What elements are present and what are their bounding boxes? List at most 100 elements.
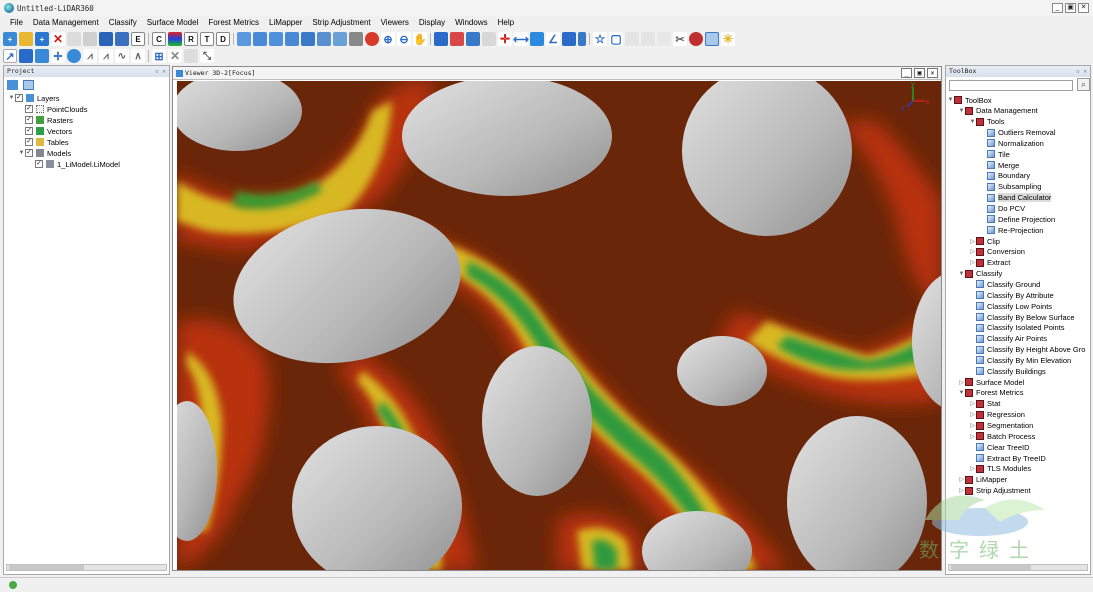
battery-icon[interactable] [578, 32, 586, 46]
tool-category[interactable]: ▷ Conversion [969, 247, 1025, 257]
restore-button[interactable]: ▣ [1065, 3, 1076, 13]
class-tool-icon[interactable]: C [152, 32, 166, 46]
layer-icon[interactable] [562, 32, 576, 46]
layer-row[interactable]: ✓ Vectors [18, 126, 72, 136]
layer-checkbox[interactable]: ✓ [25, 105, 33, 113]
menu-help[interactable]: Help [493, 16, 519, 29]
expand-arrow-icon[interactable]: ▼ [958, 271, 965, 277]
disabled-tool-icon[interactable] [641, 32, 655, 46]
expand-arrow-icon[interactable]: ▷ [969, 433, 976, 440]
network-icon[interactable] [35, 49, 49, 63]
expand-arrow-icon[interactable]: ▼ [18, 150, 25, 156]
layer-checkbox[interactable]: ✓ [25, 138, 33, 146]
tool-category[interactable]: ▷ Extract [969, 258, 1010, 268]
menu-viewers[interactable]: Viewers [376, 16, 414, 29]
layer-row[interactable]: ✓ Rasters [18, 115, 73, 125]
tool-item[interactable]: Classify Ground [969, 279, 1040, 289]
view-left-icon[interactable] [269, 32, 283, 46]
expand-arrow-icon[interactable]: ▷ [969, 259, 976, 266]
expand-arrow-icon[interactable]: ▷ [969, 400, 976, 407]
expand-arrow-icon[interactable]: ▷ [958, 379, 965, 386]
tool-item[interactable]: Outliers Removal [980, 128, 1056, 138]
star-select-icon[interactable]: ☆ [593, 32, 607, 46]
tool-category[interactable]: ▼ Data Management [958, 106, 1038, 116]
layer-checkbox[interactable]: ✓ [25, 149, 33, 157]
selection-icon[interactable] [450, 32, 464, 46]
disabled-tool-icon[interactable] [83, 32, 97, 46]
viewer-close-button[interactable]: ✕ [927, 68, 938, 78]
layer-row[interactable]: ✓ PointClouds [18, 104, 87, 114]
screen-fit-icon[interactable] [434, 32, 448, 46]
view-right-icon[interactable] [285, 32, 299, 46]
menu-strip-adjustment[interactable]: Strip Adjustment [307, 16, 375, 29]
time-tool-icon[interactable]: T [200, 32, 214, 46]
tool-item[interactable]: Classify By Min Elevation [969, 355, 1071, 365]
tool-item[interactable]: Classify Low Points [969, 301, 1052, 311]
close-button[interactable]: ✕ [1078, 3, 1089, 13]
expand-arrow-icon[interactable]: ▼ [969, 119, 976, 125]
layer-row[interactable]: ✓ Tables [18, 137, 69, 147]
tool-item[interactable]: Normalization [980, 138, 1044, 148]
tool-item[interactable]: Clear TreeID [969, 442, 1030, 452]
scissors-icon[interactable]: ✂ [673, 32, 687, 46]
view-iso-icon[interactable] [333, 32, 347, 46]
layer-checkbox[interactable]: ✓ [15, 94, 23, 102]
tool-item[interactable]: Classify By Below Surface [969, 312, 1075, 322]
tool-category[interactable]: ▷ Batch Process [969, 431, 1035, 441]
crosshair-blue-icon[interactable]: ✛ [51, 49, 65, 63]
layer-row[interactable]: ▼ ✓ Models [18, 148, 72, 158]
menu-classify[interactable]: Classify [104, 16, 142, 29]
snapshot-icon[interactable] [482, 32, 496, 46]
return-tool-icon[interactable]: R [184, 32, 198, 46]
rect-select-icon[interactable]: ▢ [609, 32, 623, 46]
elevation-tool-icon[interactable]: E [131, 32, 145, 46]
tool-category[interactable]: ▼ Classify [958, 269, 1003, 279]
tool-category[interactable]: ▼ Tools [969, 117, 1005, 127]
expand-arrow-icon[interactable]: ▷ [969, 238, 976, 245]
frame-icon[interactable] [530, 32, 544, 46]
layer-row[interactable]: ▼ ✓ Layers [8, 93, 60, 103]
expand-arrow-icon[interactable]: ▷ [969, 422, 976, 429]
tool-item[interactable]: Classify Air Points [969, 334, 1047, 344]
menu-file[interactable]: File [5, 16, 28, 29]
terrain-3d-view[interactable]: y x z [177, 81, 941, 570]
layer-checkbox[interactable]: ✓ [25, 127, 33, 135]
new-project-icon[interactable]: + [3, 32, 17, 46]
expand-arrow-icon[interactable]: ▼ [947, 97, 954, 103]
expand-icon[interactable]: ⤡ [200, 49, 214, 63]
disabled-tool-icon[interactable] [184, 49, 198, 63]
tool-item[interactable]: Subsampling [980, 182, 1041, 192]
tool-category[interactable]: ▼ ToolBox [947, 95, 992, 105]
layer-row[interactable]: ✓ 1_LiModel.LiModel [28, 159, 120, 169]
menu-windows[interactable]: Windows [450, 16, 492, 29]
minimize-button[interactable]: _ [1052, 3, 1063, 13]
viewer-minimize-button[interactable]: _ [901, 68, 912, 78]
wave-icon[interactable]: ⩘ [83, 49, 97, 63]
menu-display[interactable]: Display [414, 16, 450, 29]
profile-icon[interactable] [466, 32, 480, 46]
delete-gray-icon[interactable]: ✕ [168, 49, 182, 63]
angle-icon[interactable]: ∠ [546, 32, 560, 46]
layer-checkbox[interactable]: ✓ [35, 160, 43, 168]
panel-float-icon[interactable]: ▫ ✕ [155, 66, 166, 77]
expand-arrow-icon[interactable]: ▷ [969, 248, 976, 255]
mountain-icon[interactable]: ⩘ [99, 49, 113, 63]
id-tool-icon[interactable]: D [216, 32, 230, 46]
tool-category[interactable]: ▷ TLS Modules [969, 464, 1031, 474]
tool-item[interactable]: Classify By Height Above Gro [969, 345, 1085, 355]
tool-category[interactable]: ▷ Clip [969, 236, 1000, 246]
tool-item[interactable]: Merge [980, 160, 1019, 170]
tool-category[interactable]: ▼ Forest Metrics [958, 388, 1024, 398]
menu-forest-metrics[interactable]: Forest Metrics [203, 16, 264, 29]
tool-item[interactable]: Classify Isolated Points [969, 323, 1065, 333]
search-icon[interactable]: ⌕ [1077, 78, 1090, 91]
tool-item[interactable]: Do PCV [980, 204, 1025, 214]
view-front-icon[interactable] [237, 32, 251, 46]
menu-limapper[interactable]: LiMapper [264, 16, 307, 29]
globe-icon[interactable] [67, 49, 81, 63]
crosshair-icon[interactable]: ✛ [498, 32, 512, 46]
project-scrollbar[interactable] [6, 564, 167, 571]
layers-view-icon[interactable] [7, 80, 18, 90]
expand-arrow-icon[interactable]: ▷ [969, 411, 976, 418]
line-icon[interactable]: ∿ [115, 49, 129, 63]
